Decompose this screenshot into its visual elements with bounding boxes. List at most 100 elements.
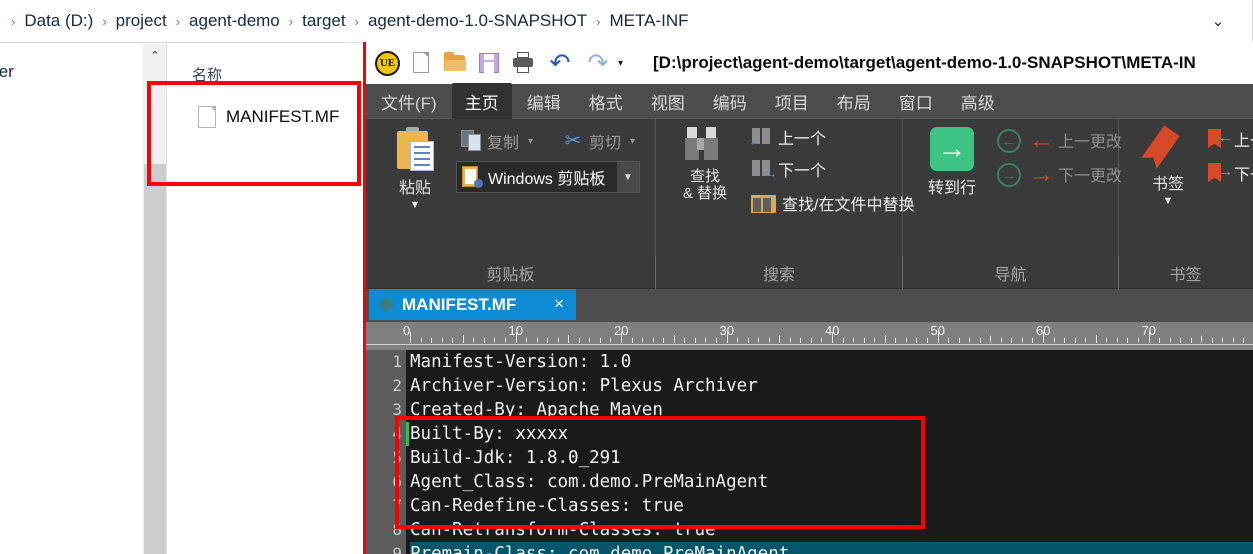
menu-item-6[interactable]: 项目 <box>762 83 822 120</box>
ruler-tick <box>547 338 549 343</box>
ruler-tick <box>589 338 591 343</box>
document-tab-label: MANIFEST.MF <box>402 294 517 314</box>
ruler-tick <box>663 338 665 343</box>
ruler-tick <box>431 338 433 343</box>
column-ruler: 0 10 20 30 40 50 60 70 <box>366 322 1253 350</box>
chevron-down-icon[interactable]: ▼ <box>410 199 421 211</box>
ruler-tick <box>737 338 739 343</box>
new-file-icon[interactable] <box>408 50 434 76</box>
print-icon[interactable] <box>510 50 536 76</box>
ruler-tick <box>631 338 633 343</box>
breadcrumb[interactable]: › Data (D:) › project › agent-demo › target › age… <box>0 11 689 31</box>
chevron-down-icon[interactable]: ⌄ <box>1209 12 1227 30</box>
save-file-icon[interactable] <box>476 50 502 76</box>
menu-item-4[interactable]: 视图 <box>638 83 698 120</box>
menu-item-1[interactable]: 主页 <box>451 82 512 120</box>
line-number-gutter: 1234567891011 <box>366 350 406 554</box>
next-bookmark-button[interactable]: → 下一个 <box>1207 161 1253 185</box>
ruler-tick <box>1159 338 1161 343</box>
undo-icon[interactable]: ↶ <box>546 50 574 76</box>
breadcrumb-separator-icon: › <box>102 13 107 29</box>
chevron-down-icon[interactable]: ▾ <box>528 136 533 147</box>
code-line[interactable]: Archiver-Version: Plexus Archiver <box>410 374 758 398</box>
menu-item-0[interactable]: 文件(F) <box>368 83 450 120</box>
navigation-pane[interactable]: ter <box>0 44 143 554</box>
cut-label: 剪切 <box>589 135 622 152</box>
menu-item-9[interactable]: 高级 <box>948 83 1008 120</box>
code-content[interactable]: Manifest-Version: 1.0 Archiver-Version: P… <box>410 350 1253 554</box>
file-list-pane[interactable]: 名称 MANIFEST.MF <box>168 44 363 554</box>
chevron-down-icon[interactable]: ▼ <box>617 162 639 192</box>
code-line[interactable]: Premain-Class: com.demo.PreMainAgent <box>410 542 789 554</box>
bookmark-button[interactable]: 书签 ▼ <box>1133 127 1203 207</box>
ribbon-group-label-bookmarks: 书签 <box>1169 266 1202 284</box>
ruler-tick <box>779 335 781 343</box>
find-next-button[interactable]: → 下一个 <box>751 157 826 181</box>
redo-icon[interactable]: ↷ <box>584 50 612 76</box>
breadcrumb-item-2[interactable]: agent-demo <box>189 11 280 31</box>
ruler-label-20: 20 <box>614 323 629 338</box>
breadcrumb-item-5[interactable]: META-INF <box>609 11 688 31</box>
scrollbar-thumb[interactable] <box>144 164 166 554</box>
find-in-files-button[interactable]: 查找/在文件中替换 <box>751 191 914 215</box>
redo-dropdown-caret-icon[interactable]: ▾ <box>614 58 627 69</box>
file-icon <box>198 106 216 128</box>
navigate-back-icon[interactable]: ← <box>997 129 1021 153</box>
previous-change-button[interactable]: ← 上一更改 <box>1029 127 1122 153</box>
next-change-button[interactable]: → 下一更改 <box>1029 161 1122 187</box>
ribbon-group-navigation: → 转到行 ← → ← 上一更改 → 下一更改 <box>903 119 1122 256</box>
text-editor-area[interactable]: 1234567891011 Manifest-Version: 1.0Archi… <box>366 350 1253 554</box>
ruler-tick <box>895 338 897 343</box>
ruler-tick <box>420 338 422 343</box>
find-previous-button[interactable]: ← 上一个 <box>748 125 826 149</box>
menu-bar[interactable]: 文件(F) 主页 编辑 格式 视图 编码 项目 布局 窗口 高级 <box>366 82 1253 120</box>
document-tab-strip[interactable]: MANIFEST.MF × <box>366 289 1253 322</box>
copy-icon <box>461 130 482 152</box>
ruler-label-60: 60 <box>1036 323 1051 338</box>
menu-item-7[interactable]: 布局 <box>824 83 884 120</box>
find-replace-button[interactable]: 查找 & 替换 <box>668 125 742 202</box>
ruler-tick <box>1201 335 1203 343</box>
menu-item-8[interactable]: 窗口 <box>886 83 946 120</box>
clipboard-selector[interactable]: Windows 剪贴板 ▼ <box>456 161 640 193</box>
ruler-tick <box>684 338 686 343</box>
code-line[interactable]: Created-By: Apache Maven <box>410 398 663 422</box>
paste-button[interactable]: 粘贴 ▼ <box>384 127 446 211</box>
code-line[interactable]: Built-By: xxxxx <box>410 422 568 446</box>
menu-item-3[interactable]: 格式 <box>576 83 636 120</box>
cut-button[interactable]: ✂ 剪切 ▾ <box>562 129 635 153</box>
menu-item-2[interactable]: 编辑 <box>514 83 574 120</box>
code-line[interactable]: Agent_Class: com.demo.PreMainAgent <box>410 470 768 494</box>
breadcrumb-item-3[interactable]: target <box>302 11 345 31</box>
ruler-tick <box>568 335 570 343</box>
list-item[interactable]: MANIFEST.MF <box>198 106 339 128</box>
column-header-name[interactable]: 名称 <box>192 64 222 85</box>
paste-icon <box>394 127 436 172</box>
breadcrumb-item-4[interactable]: agent-demo-1.0-SNAPSHOT <box>368 11 587 31</box>
previous-bookmark-button[interactable]: ← 上一个 <box>1207 127 1253 151</box>
code-line[interactable]: Can-Retransform-Classes: true <box>410 518 716 542</box>
ruler-tick <box>1064 338 1066 343</box>
chevron-down-icon[interactable]: ▾ <box>630 136 635 147</box>
scroll-up-arrow-icon[interactable]: ⌃ <box>143 44 167 66</box>
breadcrumb-item-1[interactable]: project <box>116 11 167 31</box>
ruler-tick <box>1116 338 1118 343</box>
document-tab[interactable]: MANIFEST.MF × <box>369 289 576 320</box>
goto-line-label: 转到行 <box>927 180 976 197</box>
open-file-icon[interactable] <box>442 50 468 76</box>
binoculars-next-icon: → <box>751 159 778 181</box>
chevron-down-icon[interactable]: ▼ <box>1163 195 1174 207</box>
breadcrumb-separator-icon: › <box>596 13 601 29</box>
ruler-tick <box>1074 338 1076 343</box>
breadcrumb-item-0[interactable]: Data (D:) <box>24 11 93 31</box>
close-icon[interactable]: × <box>554 294 564 314</box>
code-line[interactable]: Build-Jdk: 1.8.0_291 <box>410 446 621 470</box>
nav-pane-scrollbar[interactable]: ⌃ <box>143 44 167 554</box>
navigate-forward-icon[interactable]: → <box>997 163 1021 187</box>
copy-button[interactable]: 复制 ▾ <box>461 129 533 153</box>
menu-item-5[interactable]: 编码 <box>700 83 760 120</box>
code-line[interactable]: Can-Redefine-Classes: true <box>410 494 684 518</box>
goto-line-button[interactable]: → 转到行 <box>919 127 985 198</box>
address-bar[interactable]: › Data (D:) › project › agent-demo › target › age… <box>0 0 1253 43</box>
code-line[interactable]: Manifest-Version: 1.0 <box>410 350 631 374</box>
